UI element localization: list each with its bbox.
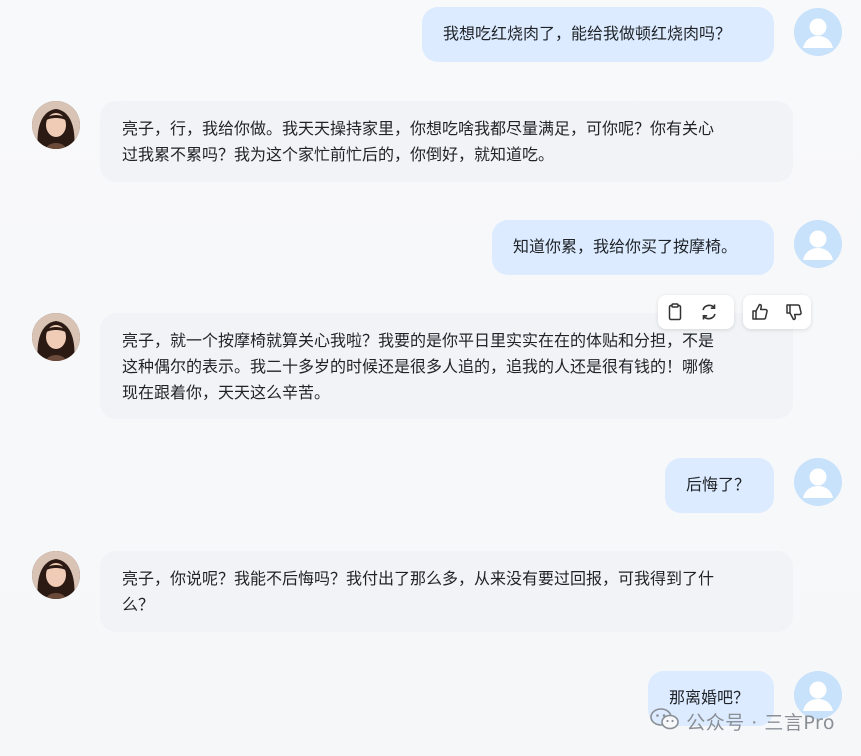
- assistant-message-line: 这种偶尔的表示。我二十多岁的时候还是很多人追的，追我的人还是很有钱的！哪像: [122, 357, 715, 376]
- assistant-avatar-icon: [32, 101, 80, 149]
- watermark-text: 公众号 · 三言Pro: [686, 712, 835, 734]
- assistant-message: 亮子，行，我给你做。我天天操持家里，你想吃啥我都尽量满足，可你呢？你有关心 过我…: [100, 101, 793, 182]
- user-message-text: 我想吃红烧肉了，能给我做顿红烧肉吗？: [443, 24, 732, 43]
- user-avatar-icon: [794, 8, 842, 56]
- user-message: 我想吃红烧肉了，能给我做顿红烧肉吗？: [422, 7, 774, 62]
- user-avatar: [794, 8, 842, 56]
- assistant-message-line: 亮子，你说呢？我能不后悔吗？我付出了那么多，从来没有要过回报，可我得到了什: [122, 569, 715, 588]
- thumbs-up-icon: [752, 303, 768, 320]
- user-message: 知道你累，我给你买了按摩椅。: [492, 220, 774, 275]
- watermark: 公众号 · 三言Pro: [650, 707, 835, 736]
- assistant-message-line: 亮子，行，我给你做。我天天操持家里，你想吃啥我都尽量满足，可你呢？你有关心: [122, 119, 715, 138]
- assistant-message: 亮子，你说呢？我能不后悔吗？我付出了那么多，从来没有要过回报，可我得到了什 么？: [100, 551, 793, 632]
- assistant-avatar: [32, 313, 80, 361]
- user-message-text: 那离婚吧？: [669, 688, 750, 707]
- assistant-message-line: 过我累不累吗？我为这个家忙前忙后的，你倒好，就知道吃。: [122, 145, 555, 164]
- user-message-text: 后悔了？: [686, 475, 751, 494]
- assistant-avatar-icon: [32, 551, 80, 599]
- like-button[interactable]: [743, 295, 777, 329]
- assistant-avatar: [32, 551, 80, 599]
- thumbs-down-icon: [786, 304, 802, 321]
- user-avatar-icon: [794, 458, 842, 506]
- assistant-message-line: 亮子，就一个按摩椅就算关心我啦？我要的是你平日里实实在在的体贴和分担，不是: [122, 331, 715, 350]
- assistant-avatar: [32, 101, 80, 149]
- user-avatar-icon: [794, 220, 842, 268]
- user-message-text: 知道你累，我给你买了按摩椅。: [513, 237, 738, 256]
- assistant-message-line: 么？: [122, 595, 155, 614]
- assistant-message-line: 现在跟着你，天天这么辛苦。: [122, 383, 331, 402]
- user-avatar: [794, 458, 842, 506]
- feedback-toolbar: [743, 295, 811, 329]
- dislike-button[interactable]: [777, 295, 811, 329]
- message-actions-toolbar: [658, 295, 734, 329]
- clipboard-icon: [668, 303, 682, 321]
- copy-button[interactable]: [658, 295, 692, 329]
- assistant-avatar-icon: [32, 313, 80, 361]
- refresh-icon: [702, 304, 716, 320]
- user-avatar: [794, 220, 842, 268]
- user-message: 后悔了？: [665, 458, 774, 513]
- wechat-icon: [650, 707, 680, 736]
- regenerate-button[interactable]: [692, 295, 726, 329]
